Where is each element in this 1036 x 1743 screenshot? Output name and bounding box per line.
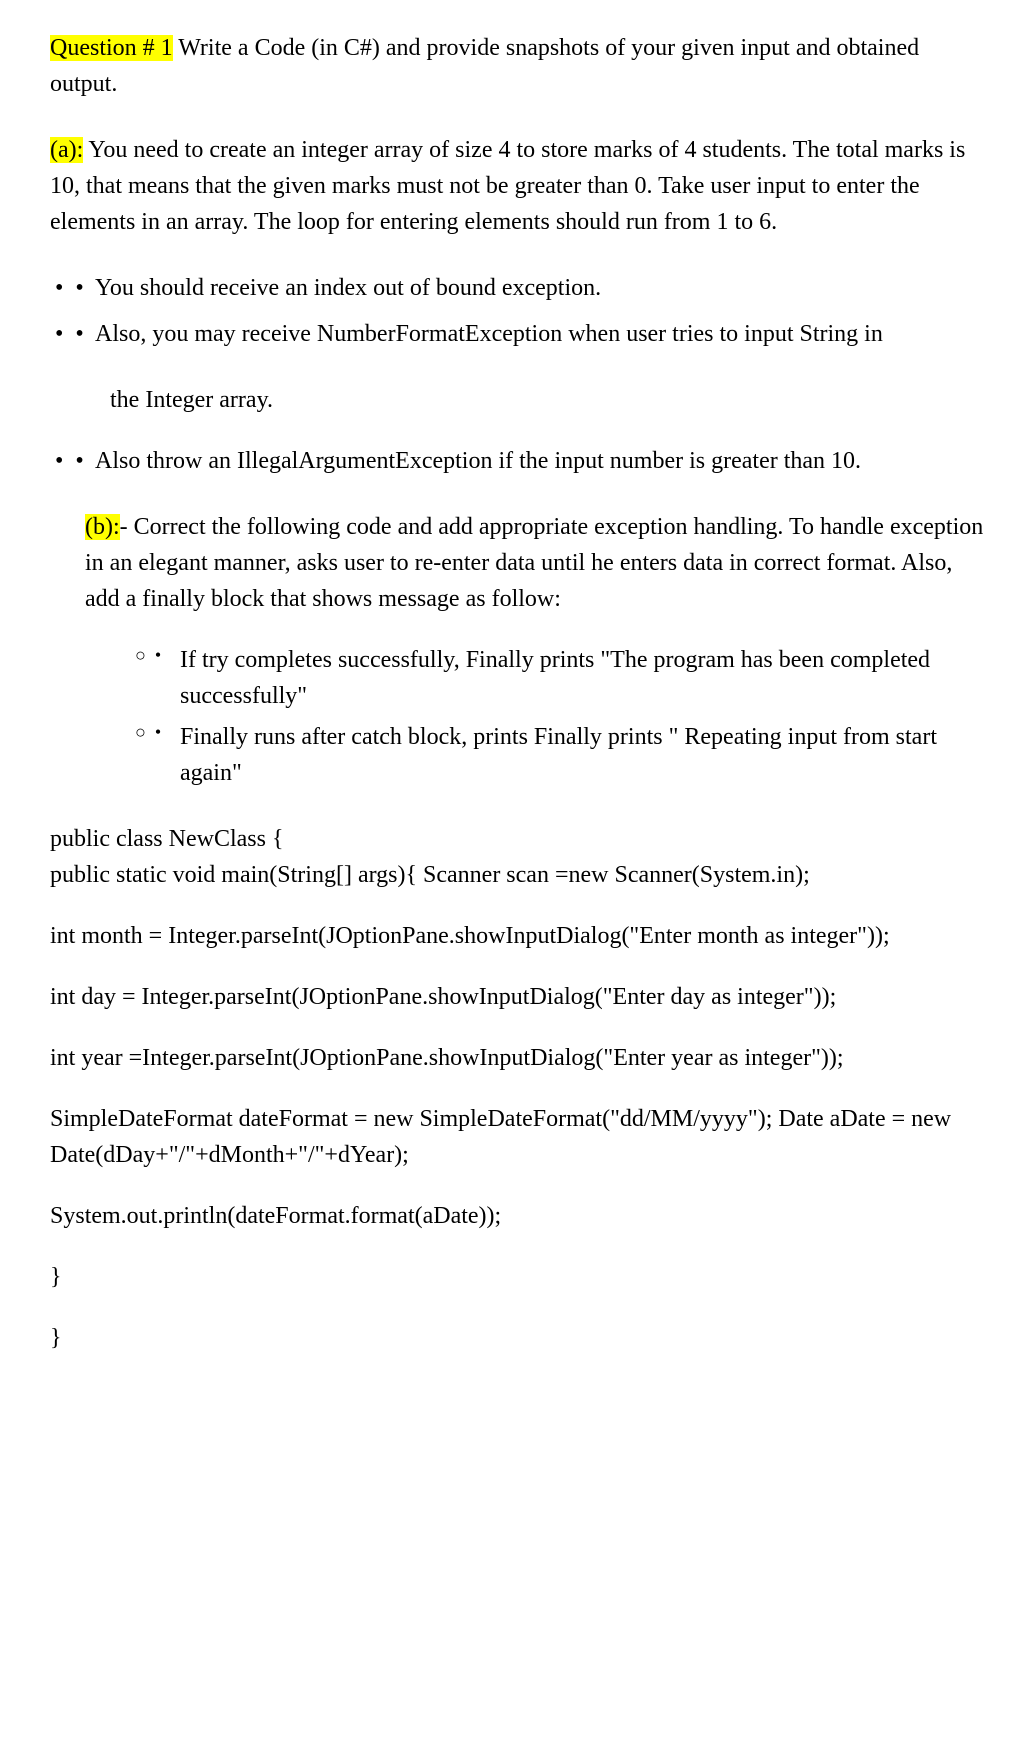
part-a-bullets-continued: Also throw an IllegalArgumentException i… [50, 443, 986, 479]
code-line: System.out.println(dateFormat.format(aDa… [50, 1198, 986, 1234]
sub-bullet-text: Finally runs after catch block, prints F… [180, 719, 986, 791]
code-line: SimpleDateFormat dateFormat = new Simple… [50, 1101, 986, 1173]
part-b-label: (b): [85, 514, 120, 540]
part-b-text: - Correct the following code and add app… [85, 514, 983, 612]
code-line: int year =Integer.parseInt(JOptionPane.s… [50, 1040, 986, 1076]
bullet-item: Also throw an IllegalArgumentException i… [95, 443, 986, 479]
code-line: public class NewClass { [50, 821, 986, 857]
part-a-paragraph: (a): You need to create an integer array… [50, 132, 986, 240]
code-line: int day = Integer.parseInt(JOptionPane.s… [50, 979, 986, 1015]
code-line: } [50, 1259, 986, 1295]
part-a-text: You need to create an integer array of s… [50, 137, 965, 235]
part-a-label: (a): [50, 137, 83, 163]
sub-bullet-text: If try completes successfully, Finally p… [180, 642, 986, 714]
bullet-text: You should receive an index out of bound… [95, 275, 601, 301]
question-intro-text: Write a Code (in C#) and provide snapsho… [50, 35, 919, 97]
bullet-item: You should receive an index out of bound… [95, 270, 986, 306]
sub-bullet-item: If try completes successfully, Finally p… [180, 642, 986, 714]
part-a-bullets: You should receive an index out of bound… [50, 270, 986, 352]
bullet-text: Also throw an IllegalArgumentException i… [95, 448, 861, 474]
code-line: int month = Integer.parseInt(JOptionPane… [50, 918, 986, 954]
bullet-continuation: the Integer array. [50, 382, 986, 418]
bullet-item: Also, you may receive NumberFormatExcept… [95, 316, 986, 352]
bullet-text: Also, you may receive NumberFormatExcept… [95, 321, 883, 347]
part-b-sub-bullets: If try completes successfully, Finally p… [50, 642, 986, 791]
code-block: public class NewClass { public static vo… [50, 821, 986, 1356]
code-line: public static void main(String[] args){ … [50, 857, 986, 893]
sub-bullet-item: Finally runs after catch block, prints F… [180, 719, 986, 791]
code-line: } [50, 1320, 986, 1356]
question-intro: Question # 1 Write a Code (in C#) and pr… [50, 30, 986, 102]
question-label: Question # 1 [50, 35, 173, 61]
part-b-paragraph: (b):- Correct the following code and add… [50, 509, 986, 617]
